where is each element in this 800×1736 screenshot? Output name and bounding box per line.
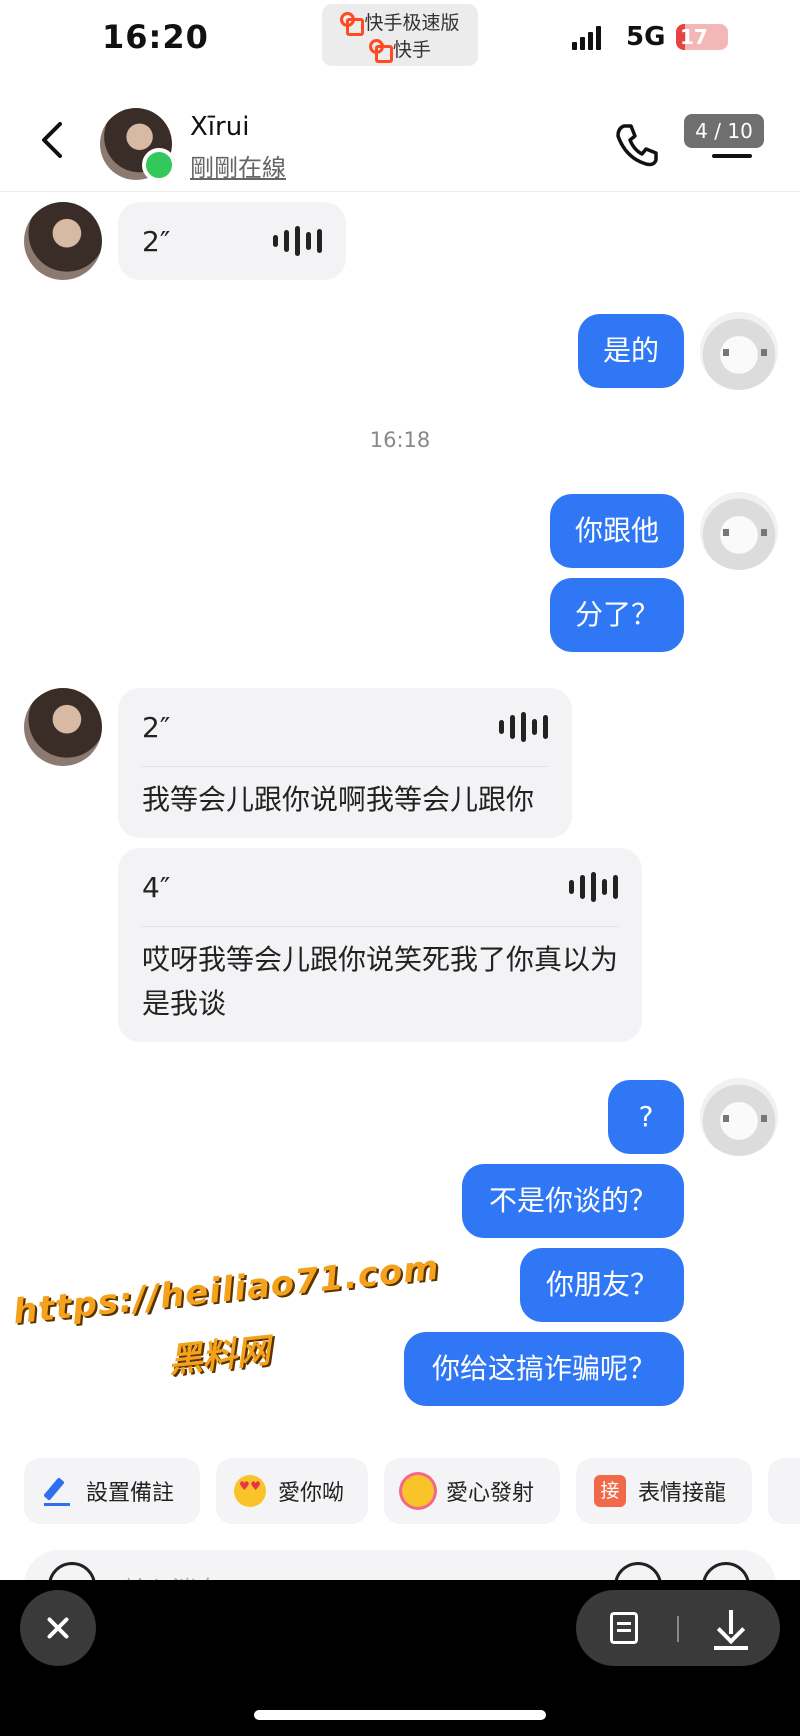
divider [677, 1616, 679, 1642]
jie-icon: 接 [594, 1475, 626, 1507]
voice-wave-icon [273, 226, 322, 256]
quick-action-more[interactable] [768, 1458, 800, 1524]
divider [142, 926, 618, 927]
voice-duration: 2″ [142, 224, 171, 258]
menu-icon-line [712, 154, 752, 158]
sent-message[interactable]: 你朋友？ [520, 1248, 684, 1322]
page-counter: 4 / 10 [684, 114, 764, 148]
my-avatar[interactable] [700, 1078, 778, 1156]
heart-eyes-icon [234, 1475, 266, 1507]
sent-message[interactable]: 不是你谈的？ [462, 1164, 684, 1238]
voice-wave-icon [499, 712, 548, 742]
battery-icon: 17 [676, 24, 728, 50]
back-arrow-icon[interactable] [36, 120, 72, 160]
voice-row: 4″ [142, 848, 618, 926]
kuaishou-logo-icon [340, 11, 365, 36]
app-switch-item[interactable]: 快手极速版 [328, 8, 472, 36]
quick-action-emoji-chain[interactable]: 接 表情接龍 [576, 1458, 752, 1524]
viewer-tools [576, 1590, 780, 1666]
voice-message[interactable]: 2″ 我等会儿跟你说啊我等会儿跟你 [118, 688, 572, 838]
app-switcher[interactable]: 快手极速版 快手 [322, 4, 478, 66]
voice-message[interactable]: 4″ 哎呀我等会儿跟你说笑死我了你真以为是我谈 [118, 848, 642, 1042]
sent-message[interactable]: ? [608, 1080, 684, 1154]
voice-transcript: 我等会儿跟你说啊我等会儿跟你 [142, 783, 535, 816]
network-type: 5G [626, 22, 666, 52]
download-icon-base [714, 1646, 748, 1650]
hearts-burst-icon [402, 1475, 434, 1507]
voice-duration: 2″ [142, 710, 171, 744]
voice-transcript: 哎呀我等会儿跟你说笑死我了你真以为是我谈 [142, 943, 619, 1020]
phone-call-icon[interactable] [614, 122, 660, 168]
document-icon[interactable] [610, 1612, 638, 1644]
quick-action-heart-launch[interactable]: 愛心發射 [384, 1458, 560, 1524]
contact-status: 剛剛在線 [190, 154, 286, 182]
voice-row: 2″ [142, 202, 322, 280]
app-switch-item[interactable]: 快手 [328, 35, 472, 63]
divider [142, 766, 548, 767]
close-button[interactable] [20, 1590, 96, 1666]
quick-action-set-remark[interactable]: 設置備註 [24, 1458, 200, 1524]
message-timestamp: 16:18 [369, 428, 431, 452]
sender-avatar[interactable] [24, 202, 102, 280]
sender-avatar[interactable] [24, 688, 102, 766]
quick-action-love-you[interactable]: 愛你呦 [216, 1458, 368, 1524]
online-indicator [142, 148, 176, 182]
sent-message[interactable]: 你给这搞诈骗呢？ [404, 1332, 684, 1406]
home-indicator[interactable] [254, 1710, 546, 1720]
watermark-label: 黑料网 [166, 1330, 273, 1382]
sent-message[interactable]: 是的 [578, 314, 684, 388]
voice-message[interactable]: 2″ [118, 202, 346, 280]
kuaishou-logo-icon [368, 38, 393, 63]
watermark-url: https://heiliao71.com [11, 1247, 442, 1333]
status-time: 16:20 [102, 18, 209, 56]
voice-duration: 4″ [142, 870, 171, 904]
sent-message[interactable]: 分了？ [550, 578, 684, 652]
sent-message[interactable]: 你跟他 [550, 494, 684, 568]
battery-percent: 17 [680, 25, 708, 49]
status-bar: 16:20 快手极速版 快手 5G 17 [0, 0, 800, 90]
voice-row: 2″ [142, 688, 548, 766]
my-avatar[interactable] [700, 492, 778, 570]
cellular-signal-icon [572, 26, 601, 50]
pencil-icon [42, 1475, 74, 1507]
chat-header: Xīrui 剛剛在線 4 / 10 [0, 90, 800, 192]
download-icon[interactable] [714, 1608, 748, 1648]
voice-wave-icon [569, 872, 618, 902]
viewer-toolbar [0, 1580, 800, 1736]
contact-name[interactable]: Xīrui [190, 112, 249, 142]
quick-actions-bar: 設置備註 愛你呦 愛心發射 接 表情接龍 [0, 1458, 800, 1524]
my-avatar[interactable] [700, 312, 778, 390]
